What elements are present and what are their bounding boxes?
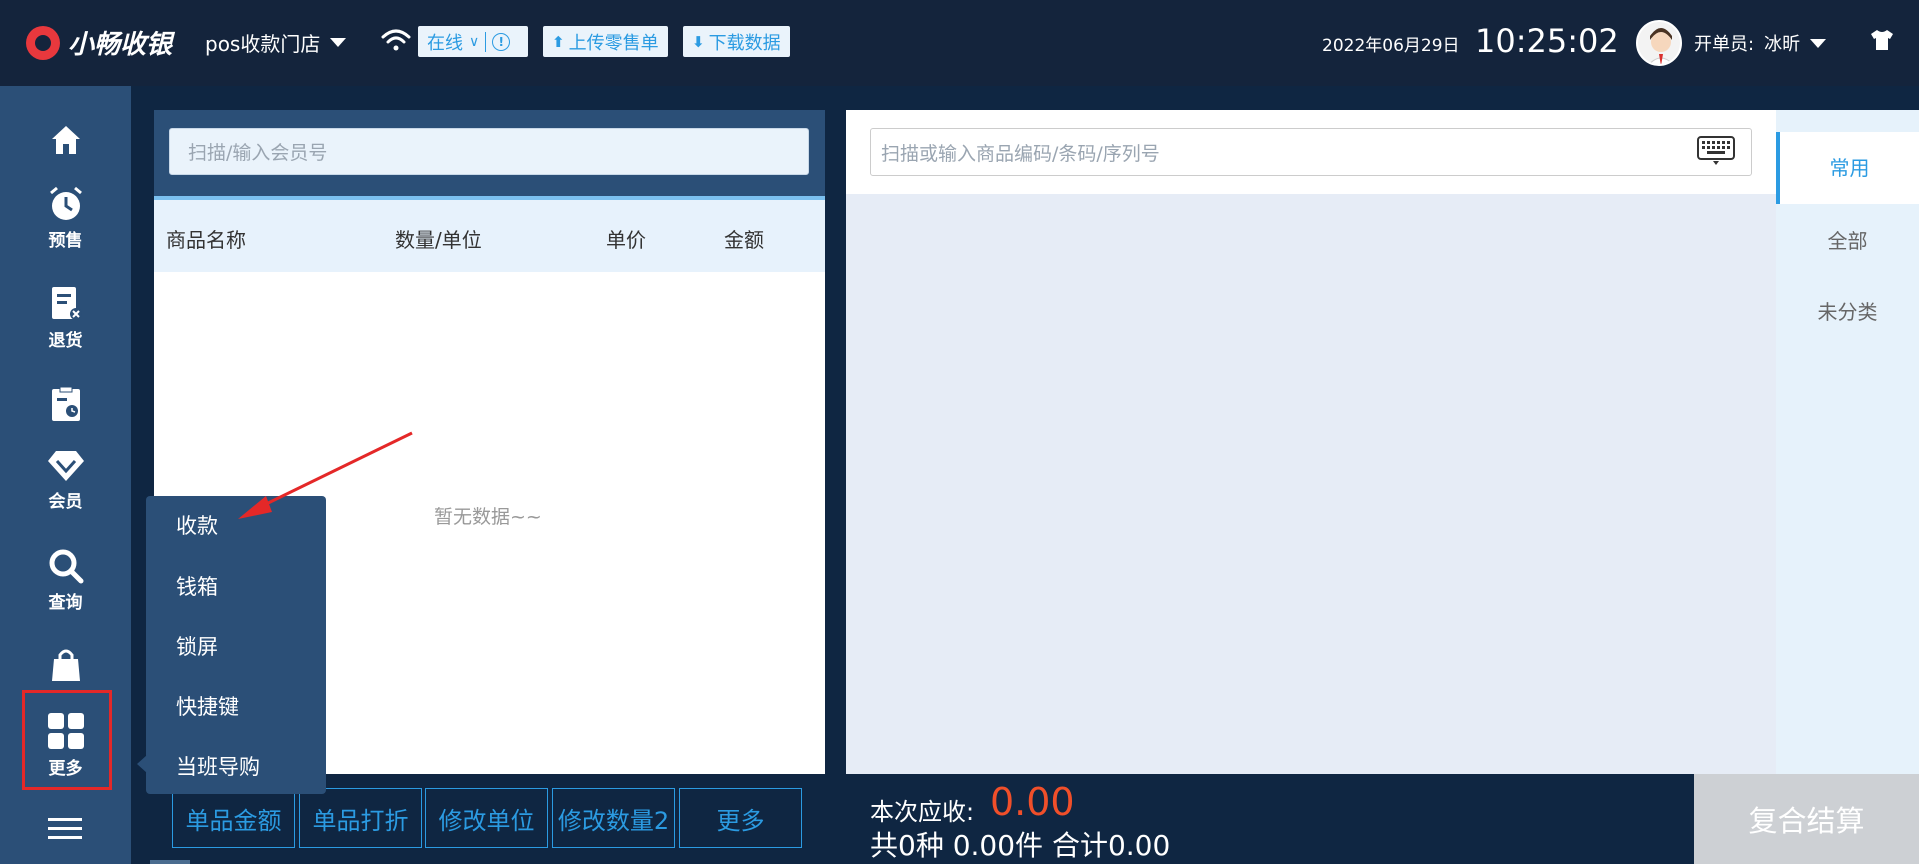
operator-selector[interactable]: 开单员: 冰昕 bbox=[1694, 30, 1827, 56]
sidebar-item-presale[interactable]: 预售 bbox=[0, 186, 131, 251]
logo-text: 小畅收银 bbox=[68, 30, 173, 60]
sidebar-item-member[interactable]: 会员 bbox=[0, 449, 131, 512]
change-unit-button[interactable]: 修改单位 bbox=[425, 788, 548, 848]
sidebar-item-label: 预售 bbox=[48, 231, 83, 251]
cart-table-header: 商品名称 数量/单位 单价 金额 bbox=[154, 196, 825, 272]
download-label: 下载数据 bbox=[708, 32, 781, 54]
store-name: pos收款门店 bbox=[205, 32, 321, 56]
composite-checkout-button[interactable]: 复合结算 bbox=[1694, 774, 1919, 864]
app-logo: 小畅收银 bbox=[26, 24, 172, 61]
menu-item-cash-drawer[interactable]: 钱箱 bbox=[176, 571, 218, 601]
info-icon[interactable]: ! bbox=[492, 32, 511, 51]
keyboard-icon[interactable] bbox=[1697, 136, 1735, 166]
sidebar-item-label: 退货 bbox=[48, 331, 83, 351]
shopping-bag-icon bbox=[51, 649, 80, 681]
upload-icon: ⬆ bbox=[552, 32, 565, 51]
more-popup-menu bbox=[146, 496, 326, 794]
online-status-label: 在线 bbox=[427, 32, 463, 54]
menu-icon[interactable] bbox=[48, 818, 82, 840]
empty-state-text: 暂无数据~~ bbox=[434, 506, 542, 528]
scroll-indicator bbox=[150, 860, 190, 864]
goods-search-input[interactable]: 扫描或输入商品编码/条码/序列号 bbox=[870, 128, 1752, 176]
sidebar-item-return[interactable]: 退货 bbox=[0, 286, 131, 351]
popup-pointer bbox=[137, 755, 147, 773]
chevron-down-icon bbox=[1810, 38, 1827, 48]
sidebar-item-query[interactable]: 查询 bbox=[0, 548, 131, 613]
top-bar: 小畅收银 pos收款门店 在线 ∨ ! ⬆ 上传零售单 ⬇ 下载数据 2022年… bbox=[0, 0, 1919, 86]
amount-due-value: 0.00 bbox=[990, 780, 1075, 824]
category-tab-all[interactable]: 全部 bbox=[1776, 225, 1919, 254]
return-document-icon bbox=[51, 287, 82, 320]
user-avatar-icon bbox=[1648, 28, 1674, 64]
sidebar-item-shift[interactable] bbox=[0, 386, 131, 422]
operator-label: 开单员: bbox=[1694, 34, 1755, 55]
upload-retail-button[interactable]: ⬆ 上传零售单 bbox=[543, 26, 668, 57]
category-tab-common[interactable]: 常用 bbox=[1776, 132, 1919, 204]
goods-grid bbox=[846, 194, 1776, 774]
download-icon: ⬇ bbox=[692, 32, 705, 51]
upload-label: 上传零售单 bbox=[568, 32, 659, 54]
online-status-dropdown[interactable]: 在线 ∨ ! bbox=[418, 26, 528, 57]
item-amount-button[interactable]: 单品金额 bbox=[172, 788, 295, 848]
category-tab-uncategorized[interactable]: 未分类 bbox=[1776, 296, 1919, 325]
sidebar-item-label: 查询 bbox=[48, 593, 83, 613]
shirt-icon[interactable] bbox=[1870, 29, 1894, 51]
column-header: 金额 bbox=[724, 228, 764, 252]
divider bbox=[485, 31, 487, 52]
sidebar-item-label: 会员 bbox=[48, 492, 83, 512]
operator-name: 冰昕 bbox=[1764, 34, 1801, 55]
menu-item-collect-payment[interactable]: 收款 bbox=[176, 510, 218, 540]
home-icon bbox=[51, 126, 80, 154]
sidebar-item-home[interactable] bbox=[0, 124, 131, 156]
sidebar-item-shop[interactable] bbox=[0, 647, 131, 683]
current-date: 2022年06月29日 bbox=[1322, 36, 1460, 56]
column-header: 单价 bbox=[606, 228, 646, 252]
order-summary: 共0种 0.00件 合计0.00 bbox=[870, 829, 1171, 862]
amount-due-label: 本次应收: bbox=[870, 798, 975, 826]
annotation-highlight-box bbox=[22, 690, 112, 790]
menu-item-shift-guide[interactable]: 当班导购 bbox=[176, 751, 260, 781]
column-header: 数量/单位 bbox=[395, 228, 482, 252]
member-input[interactable]: 扫描/输入会员号 bbox=[169, 128, 809, 175]
search-icon bbox=[49, 549, 83, 584]
store-selector[interactable]: pos收款门店 bbox=[205, 28, 347, 57]
download-data-button[interactable]: ⬇ 下载数据 bbox=[683, 26, 790, 57]
more-actions-button[interactable]: 更多 bbox=[679, 788, 802, 848]
menu-item-lock-screen[interactable]: 锁屏 bbox=[176, 631, 218, 661]
current-time: 10:25:02 bbox=[1475, 22, 1619, 60]
chevron-down-icon: ∨ bbox=[469, 33, 480, 50]
column-header: 商品名称 bbox=[166, 228, 246, 252]
item-discount-button[interactable]: 单品打折 bbox=[299, 788, 422, 848]
chevron-down-icon bbox=[330, 38, 347, 47]
alarm-clock-icon bbox=[49, 186, 82, 220]
clipboard-clock-icon bbox=[51, 386, 80, 421]
category-panel bbox=[1776, 110, 1919, 774]
avatar[interactable] bbox=[1636, 20, 1682, 66]
change-quantity-button[interactable]: 修改数量2 bbox=[552, 788, 675, 848]
wifi-icon bbox=[381, 29, 411, 51]
menu-item-shortcuts[interactable]: 快捷键 bbox=[176, 691, 239, 721]
logo-icon bbox=[26, 25, 60, 60]
diamond-icon bbox=[47, 451, 84, 481]
